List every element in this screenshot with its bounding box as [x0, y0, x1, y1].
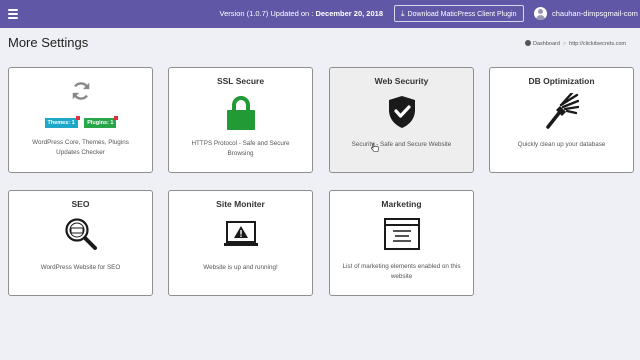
seo-magnifier-icon	[64, 218, 97, 250]
menu-icon[interactable]	[8, 9, 18, 19]
themes-badge[interactable]: Themes: 1	[44, 116, 80, 128]
card-title: DB Optimization	[528, 76, 595, 86]
breadcrumb-separator: >	[562, 41, 567, 47]
card-updates-checker[interactable]: Themes: 1 Plugins: 1 WordPress Core, The…	[8, 67, 153, 173]
username[interactable]: chauhan-dimpsgmail-com	[552, 9, 638, 18]
card-desc: HTTPS Protocol - Safe and Secure Browsin…	[191, 140, 290, 157]
card-marketing[interactable]: Marketing List of marketing elements ena…	[329, 190, 474, 296]
version-text: Version (1.0.7) Updated on :	[219, 9, 314, 18]
card-site-monitor[interactable]: Site Moniter Website is up and running!	[168, 190, 313, 296]
dashboard-icon	[525, 40, 531, 46]
card-desc: WordPress Website for SEO	[40, 264, 121, 271]
themes-badge-label: Themes: 1	[47, 120, 75, 126]
hand-cursor-icon	[371, 142, 379, 152]
card-web-security[interactable]: Web Security Security - Safe and Secure …	[329, 67, 474, 173]
breadcrumb-dashboard-link[interactable]: Dashboard	[533, 41, 560, 47]
laptop-warning-icon	[223, 221, 258, 246]
refresh-icon	[72, 82, 89, 100]
breadcrumb: Dashboard > http://clickitsecrets.com	[525, 40, 626, 47]
top-bar: Version (1.0.7) Updated on : December 20…	[0, 0, 640, 28]
version-info: Version (1.0.7) Updated on : December 20…	[220, 9, 383, 18]
padlock-icon	[226, 96, 255, 130]
breadcrumb-url: http://clickitsecrets.com	[569, 41, 626, 47]
plugins-badge-dot	[114, 116, 119, 120]
avatar[interactable]	[534, 7, 547, 20]
card-title: SEO	[71, 199, 90, 209]
version-date: December 20, 2018	[315, 9, 383, 18]
card-title: Site Moniter	[216, 199, 265, 209]
card-title: Web Security	[374, 76, 429, 86]
plugins-badge-label: Plugins: 1	[87, 120, 114, 126]
browser-window-icon	[383, 218, 420, 250]
plugins-badge[interactable]: Plugins: 1	[84, 116, 119, 128]
card-desc: Quickly clean up your database	[517, 141, 606, 148]
card-desc: Security - Safe and Secure Website	[351, 141, 452, 148]
card-title: Marketing	[381, 199, 422, 209]
download-plugin-button[interactable]: ⤓ Download MaticPress Client Plugin	[394, 5, 524, 22]
shield-check-icon	[388, 96, 415, 128]
card-ssl-secure[interactable]: SSL Secure HTTPS Protocol - Safe and Sec…	[168, 67, 313, 173]
card-desc: List of marketing elements enabled on th…	[342, 263, 461, 280]
card-desc: Website is up and running!	[203, 264, 278, 271]
card-db-optimization[interactable]: DB Optimization Quickly clean up your da…	[489, 67, 634, 173]
card-desc: WordPress Core, Themes, Plugins Updates …	[32, 139, 129, 156]
broom-icon	[545, 93, 579, 129]
download-label: Download MaticPress Client Plugin	[407, 11, 517, 18]
download-icon: ⤓	[401, 9, 405, 18]
card-title: SSL Secure	[216, 76, 265, 86]
card-seo[interactable]: SEO WordPress Website for SEO	[8, 190, 153, 296]
page-title: More Settings	[8, 35, 89, 50]
update-badges: Themes: 1 Plugins: 1	[9, 111, 152, 129]
themes-badge-dot	[75, 116, 80, 120]
